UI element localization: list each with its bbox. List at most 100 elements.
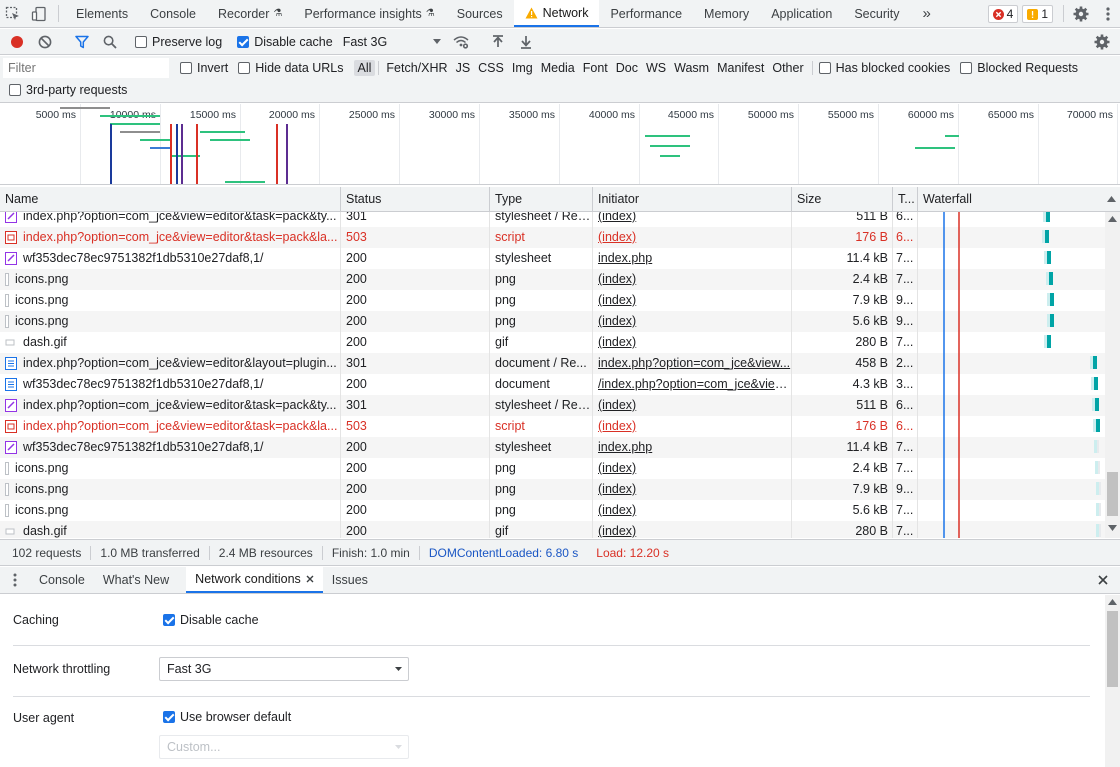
filter-type-css[interactable]: CSS xyxy=(474,60,508,76)
request-row[interactable]: icons.png 200 png (index) 2.4 kB 7... xyxy=(0,269,1105,290)
request-row[interactable]: index.php?option=com_jce&view=editor&tas… xyxy=(0,212,1105,227)
error-count-badge[interactable]: 4 xyxy=(987,5,1019,23)
tab-application[interactable]: Application xyxy=(760,0,843,27)
tab-memory[interactable]: Memory xyxy=(693,0,760,27)
filter-type-all[interactable]: All xyxy=(353,60,376,76)
filter-type-font[interactable]: Font xyxy=(579,60,612,76)
inspect-element-icon[interactable] xyxy=(0,0,26,27)
clear-button[interactable] xyxy=(31,30,59,54)
disable-cache-checkbox[interactable]: Disable cache xyxy=(237,35,333,49)
drawer-tab-console[interactable]: Console xyxy=(30,567,94,593)
throttling-select[interactable]: Fast 3G xyxy=(343,35,447,49)
request-row[interactable]: index.php?option=com_jce&view=editor&tas… xyxy=(0,227,1105,248)
close-drawer-icon[interactable] xyxy=(1086,567,1120,593)
request-initiator-link[interactable]: index.php?option=com_jce&view... xyxy=(598,356,790,370)
network-conditions-wifi-icon[interactable] xyxy=(447,30,475,54)
filter-type-wasm[interactable]: Wasm xyxy=(670,60,713,76)
request-initiator-link[interactable]: (index) xyxy=(598,230,636,244)
request-name-cell[interactable]: index.php?option=com_jce&view=editor&tas… xyxy=(0,212,341,227)
drawer-tab-issues[interactable]: Issues xyxy=(323,567,377,593)
request-row[interactable]: icons.png 200 png (index) 5.6 kB 7... xyxy=(0,500,1105,521)
request-row[interactable]: icons.png 200 png (index) 2.4 kB 7... xyxy=(0,458,1105,479)
request-initiator-link[interactable]: (index) xyxy=(598,524,636,538)
kebab-menu-icon[interactable] xyxy=(1096,0,1120,27)
more-tabs-button[interactable]: » xyxy=(911,0,943,27)
invert-checkbox[interactable]: Invert xyxy=(180,61,228,75)
has-blocked-cookies-checkbox[interactable]: Has blocked cookies xyxy=(818,61,950,75)
request-name-cell[interactable]: icons.png xyxy=(0,500,341,521)
third-party-checkbox[interactable]: 3rd-party requests xyxy=(9,83,127,97)
warning-count-badge[interactable]: 1 xyxy=(1022,5,1053,23)
request-name-cell[interactable]: dash.gif xyxy=(0,332,341,353)
filter-type-ws[interactable]: WS xyxy=(642,60,670,76)
preserve-log-check[interactable] xyxy=(135,35,147,48)
request-initiator-link[interactable]: (index) xyxy=(598,293,636,307)
blocked-requests-checkbox[interactable]: Blocked Requests xyxy=(960,61,1078,75)
filter-type-other[interactable]: Other xyxy=(768,60,807,76)
tab-elements[interactable]: Elements xyxy=(65,0,139,27)
settings-gear-icon[interactable] xyxy=(1066,0,1096,27)
filter-type-manifest[interactable]: Manifest xyxy=(713,60,768,76)
request-name-cell[interactable]: icons.png xyxy=(0,479,341,500)
conditions-disable-cache-check[interactable] xyxy=(163,614,175,626)
third-party-check[interactable] xyxy=(9,84,21,96)
request-row[interactable]: dash.gif 200 gif (index) 280 B 7... xyxy=(0,332,1105,353)
request-row[interactable]: index.php?option=com_jce&view=editor&lay… xyxy=(0,353,1105,374)
request-initiator-link[interactable]: (index) xyxy=(598,314,636,328)
scroll-up-arrow-icon[interactable] xyxy=(1108,599,1117,605)
tab-network[interactable]: Network xyxy=(513,0,600,27)
hide-data-urls-check[interactable] xyxy=(238,62,251,74)
device-toolbar-icon[interactable] xyxy=(26,0,52,27)
use-browser-default-check[interactable] xyxy=(163,711,175,723)
tab-performance-insights[interactable]: Performance insights ⚗ xyxy=(293,0,445,27)
preserve-log-checkbox[interactable]: Preserve log xyxy=(135,35,222,49)
request-row[interactable]: icons.png 200 png (index) 5.6 kB 9... xyxy=(0,311,1105,332)
request-initiator-link[interactable]: (index) xyxy=(598,212,636,223)
has-blocked-cookies-check[interactable] xyxy=(818,62,831,74)
request-name-cell[interactable]: wf353dec78ec9751382f1db5310e27daf8,1/ xyxy=(0,248,341,269)
scroll-thumb[interactable] xyxy=(1107,472,1118,516)
tab-sources[interactable]: Sources xyxy=(446,0,514,27)
request-name-cell[interactable]: index.php?option=com_jce&view=editor&lay… xyxy=(0,353,341,374)
network-throttling-select[interactable]: Fast 3G xyxy=(159,657,409,681)
request-table-scrollbar[interactable] xyxy=(1105,212,1120,538)
drawer-tab-network-conditions[interactable]: Network conditions xyxy=(186,567,323,593)
conditions-scrollbar[interactable] xyxy=(1105,595,1120,767)
request-initiator-link[interactable]: index.php xyxy=(598,251,652,265)
request-row[interactable]: wf353dec78ec9751382f1db5310e27daf8,1/200… xyxy=(0,437,1105,458)
tab-security[interactable]: Security xyxy=(843,0,910,27)
request-initiator-link[interactable]: (index) xyxy=(598,398,636,412)
column-header-name[interactable]: Name xyxy=(0,187,341,212)
request-initiator-link[interactable]: (index) xyxy=(598,461,636,475)
request-name-cell[interactable]: icons.png xyxy=(0,290,341,311)
request-name-cell[interactable]: dash.gif xyxy=(0,521,341,538)
request-row[interactable]: wf353dec78ec9751382f1db5310e27daf8,1/200… xyxy=(0,248,1105,269)
filter-type-js[interactable]: JS xyxy=(452,60,475,76)
request-initiator-link[interactable]: (index) xyxy=(598,482,636,496)
tab-performance[interactable]: Performance xyxy=(599,0,693,27)
hide-data-urls-checkbox[interactable]: Hide data URLs xyxy=(238,61,344,75)
disable-cache-check[interactable] xyxy=(237,35,250,48)
blocked-requests-check[interactable] xyxy=(960,62,973,74)
export-har-icon[interactable] xyxy=(512,30,540,54)
request-row[interactable]: index.php?option=com_jce&view=editor&tas… xyxy=(0,416,1105,437)
column-header-size[interactable]: Size xyxy=(792,187,893,212)
tab-console[interactable]: Console xyxy=(139,0,207,27)
request-initiator-link[interactable]: (index) xyxy=(598,419,636,433)
column-header-type[interactable]: Type xyxy=(490,187,593,212)
conditions-disable-cache-checkbox[interactable]: Disable cache xyxy=(163,613,259,627)
invert-check[interactable] xyxy=(180,62,192,74)
scroll-thumb[interactable] xyxy=(1107,611,1118,687)
scroll-up-arrow-icon[interactable] xyxy=(1108,216,1117,222)
request-initiator-link[interactable]: (index) xyxy=(598,272,636,286)
request-row[interactable]: icons.png 200 png (index) 7.9 kB 9... xyxy=(0,290,1105,311)
import-har-icon[interactable] xyxy=(484,30,512,54)
request-initiator-link[interactable]: (index) xyxy=(598,335,636,349)
tab-recorder[interactable]: Recorder ⚗ xyxy=(207,0,293,27)
request-initiator-link[interactable]: /index.php?option=com_jce&view... xyxy=(598,377,791,391)
request-row[interactable]: dash.gif 200 gif (index) 280 B 7... xyxy=(0,521,1105,538)
request-name-cell[interactable]: icons.png xyxy=(0,311,341,332)
network-settings-gear-icon[interactable] xyxy=(1088,30,1116,54)
request-name-cell[interactable]: index.php?option=com_jce&view=editor&tas… xyxy=(0,395,341,416)
filter-type-fetch-xhr[interactable]: Fetch/XHR xyxy=(382,60,451,76)
